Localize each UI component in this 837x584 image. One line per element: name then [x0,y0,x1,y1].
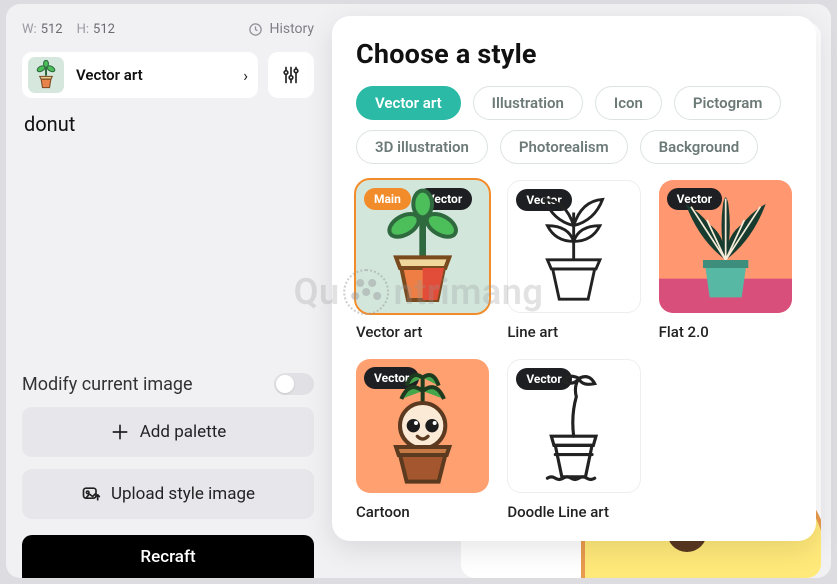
thumb-art [508,181,639,312]
thumb-art [508,360,639,491]
card-thumb: Vector [659,180,792,313]
generate-label: Recraft [140,547,195,567]
chevron-right-icon: › [243,66,248,85]
style-picker-panel: Choose a style Vector art Illustration I… [332,16,816,541]
height-value: 512 [93,22,115,37]
prompt-input[interactable]: donut [22,110,314,150]
card-line-art[interactable]: Vector [507,180,640,341]
clock-icon [248,22,263,37]
generate-button[interactable]: Recraft [22,535,314,578]
chip-pictogram[interactable]: Pictogram [674,86,781,120]
card-doodle-line-art[interactable]: Vector [507,359,640,520]
history-label: History [269,21,314,37]
settings-button[interactable] [268,52,314,98]
upload-style-label: Upload style image [111,484,255,504]
add-palette-button[interactable]: Add palette [22,407,314,457]
left-sidebar: W: 512 H: 512 History [16,14,316,578]
height-label: H: [77,22,89,37]
right-area: Choose a style Vector art Illustration I… [332,14,821,578]
sliders-icon [281,65,301,85]
chip-background[interactable]: Background [640,130,759,164]
style-cards-grid: Main Vector Vector ar [356,180,792,521]
thumb-art [356,180,489,313]
style-selector-label: Vector art [76,66,231,84]
modify-row: Modify current image [22,373,314,395]
history-button[interactable]: History [248,21,314,37]
card-thumb: Vector [356,359,489,492]
card-label: Flat 2.0 [659,323,792,341]
thumb-art [659,180,792,313]
dimensions-values[interactable]: W: 512 H: 512 [22,22,115,37]
card-thumb: Vector [507,359,640,492]
card-flat-2-0[interactable]: Vector [659,180,792,341]
sidebar-spacer [22,162,314,355]
chip-icon[interactable]: Icon [595,86,662,120]
style-selector[interactable]: Vector art › [22,52,258,98]
plus-icon [110,422,130,442]
card-cartoon[interactable]: Vector [356,359,489,520]
card-label: Cartoon [356,503,489,521]
chip-photorealism[interactable]: Photorealism [500,130,628,164]
chip-illustration[interactable]: Illustration [473,86,583,120]
card-vector-art[interactable]: Main Vector Vector ar [356,180,489,341]
card-label: Doodle Line art [507,503,640,521]
card-thumb: Vector [507,180,640,313]
add-palette-label: Add palette [140,422,227,442]
width-label: W: [22,22,37,37]
card-label: Vector art [356,323,489,341]
card-thumb: Main Vector [356,180,489,313]
width-value: 512 [41,22,63,37]
style-chip-row: Vector art Illustration Icon Pictogram 3… [356,86,792,164]
chip-3d-illustration[interactable]: 3D illustration [356,130,488,164]
app-frame: W: 512 H: 512 History [6,4,831,578]
panel-title: Choose a style [356,38,792,70]
thumb-art [356,359,489,492]
dimensions-row: W: 512 H: 512 History [22,18,314,40]
image-upload-icon [81,484,101,504]
style-selector-row: Vector art › [22,52,314,98]
card-label: Line art [507,323,640,341]
modify-toggle[interactable] [274,373,314,395]
modify-label: Modify current image [22,374,193,395]
style-selector-thumb [28,57,64,93]
chip-vector-art[interactable]: Vector art [356,86,461,120]
plant-icon [32,60,60,90]
upload-style-button[interactable]: Upload style image [22,469,314,519]
